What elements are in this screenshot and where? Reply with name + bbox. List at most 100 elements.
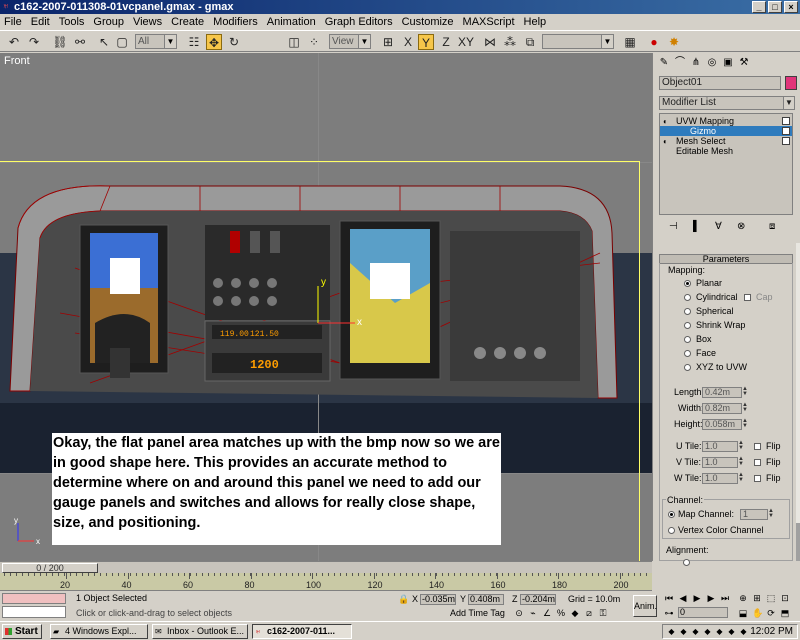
zoom-all-icon[interactable]: ⊞	[752, 593, 762, 603]
scrollbar-thumb[interactable]	[796, 523, 800, 561]
previous-frame-icon[interactable]: ◀	[678, 593, 688, 603]
u-tile-input[interactable]: 1.0	[702, 441, 738, 452]
material-editor-icon[interactable]: ●	[646, 34, 662, 50]
array-icon[interactable]: ⁂	[502, 34, 518, 50]
menu-file[interactable]: File	[4, 16, 22, 28]
tray-icon[interactable]: ◆	[715, 627, 724, 636]
show-end-result-icon[interactable]: ▌	[693, 221, 700, 232]
configure-sets-icon[interactable]: ⧈	[769, 221, 775, 232]
stack-item-mesh-select[interactable]: ◐ Mesh Select	[660, 136, 792, 146]
height-input[interactable]: 0.058m	[702, 419, 742, 430]
zoom-extents-all-icon[interactable]: ⊡	[780, 593, 790, 603]
restrict-y-icon[interactable]: Y	[418, 34, 434, 50]
menu-create[interactable]: Create	[171, 16, 204, 28]
maximize-viewport-icon[interactable]: ⬒	[780, 608, 790, 618]
pivot-center-icon[interactable]: ⊞	[380, 34, 396, 50]
time-slider-thumb[interactable]: 0 / 200	[2, 563, 98, 573]
remove-modifier-icon[interactable]: ⊗	[737, 221, 745, 232]
command-panel-scrollbar[interactable]	[796, 243, 800, 561]
map-channel-spinner[interactable]: ▲ ▼	[768, 508, 774, 520]
add-time-tag[interactable]: Add Time Tag	[450, 608, 505, 619]
stack-item-editable-mesh[interactable]: Editable Mesh	[660, 146, 792, 156]
arc-rotate-icon[interactable]: ⟳	[766, 608, 776, 618]
select-link-icon[interactable]: ⛓	[52, 34, 68, 50]
restrict-x-icon[interactable]: X	[400, 34, 416, 50]
menu-help[interactable]: Help	[524, 16, 547, 28]
mirror-icon[interactable]: ⋈	[482, 34, 498, 50]
menu-maxscript[interactable]: MAXScript	[463, 16, 515, 28]
snaps-toggle-icon[interactable]: ⌁	[528, 608, 538, 618]
menu-customize[interactable]: Customize	[402, 16, 454, 28]
current-frame-field[interactable]: 0	[678, 607, 728, 618]
menu-graph-editors[interactable]: Graph Editors	[325, 16, 393, 28]
object-color-swatch[interactable]	[785, 76, 797, 90]
go-to-end-icon[interactable]: ⏭	[720, 593, 730, 603]
go-to-start-icon[interactable]: ⏮	[664, 593, 674, 603]
move-icon[interactable]: ✥	[206, 34, 222, 50]
minimize-button[interactable]: _	[752, 1, 766, 13]
u-flip-checkbox[interactable]	[754, 443, 761, 450]
object-name-field[interactable]: Object01	[659, 76, 781, 90]
restrict-xy-icon[interactable]: XY	[458, 34, 474, 50]
next-frame-icon[interactable]: ▶	[706, 593, 716, 603]
selection-filter-dropdown[interactable]: All ▼	[135, 34, 177, 49]
tray-icon[interactable]: ◆	[667, 627, 676, 636]
v-tile-spinner[interactable]: ▲ ▼	[738, 456, 744, 468]
tray-icon[interactable]: ◆	[727, 627, 736, 636]
w-tile-input[interactable]: 1.0	[702, 473, 738, 484]
pin-stack-icon[interactable]: ⊣	[669, 221, 678, 232]
maximize-button[interactable]: □	[768, 1, 782, 13]
radio-vertex-color[interactable]	[668, 527, 675, 534]
select-object-icon[interactable]: ↖	[96, 34, 112, 50]
select-by-name-icon[interactable]: ☷	[186, 34, 202, 50]
stack-item-gizmo[interactable]: Gizmo	[660, 126, 792, 136]
v-tile-input[interactable]: 1.0	[702, 457, 738, 468]
track-bar[interactable]: 20 40 60 80 100 120 140 160 180 200	[0, 573, 652, 591]
spinner-snap-icon[interactable]: ◆	[570, 608, 580, 618]
region-zoom-icon[interactable]: ⬓	[738, 608, 748, 618]
modify-tab-icon[interactable]: ⌒	[673, 56, 687, 70]
utilities-tab-icon[interactable]: ⚒	[737, 56, 751, 70]
radio-face[interactable]	[684, 350, 691, 357]
zoom-icon[interactable]: ⊕	[738, 593, 748, 603]
rotate-icon[interactable]: ↻	[226, 34, 242, 50]
motion-tab-icon[interactable]: ◎	[705, 56, 719, 70]
hierarchy-tab-icon[interactable]: ⋔	[689, 56, 703, 70]
percent-snap-icon[interactable]: %	[556, 608, 566, 618]
stack-item-uvw-mapping[interactable]: ◐ UVW Mapping	[660, 116, 792, 126]
tray-icon[interactable]: ◆	[691, 627, 700, 636]
maxscript-listener-mini[interactable]	[2, 593, 66, 604]
window-crossing-icon[interactable]: ⧄	[584, 608, 594, 618]
close-button[interactable]: ×	[784, 1, 798, 13]
v-flip-checkbox[interactable]	[754, 459, 761, 466]
maxscript-input[interactable]	[2, 606, 66, 618]
degradation-override-icon[interactable]: ⊙	[514, 608, 524, 618]
clock[interactable]: 12:02 PM	[750, 625, 793, 638]
start-button[interactable]: Start	[2, 624, 42, 639]
animate-button[interactable]: Anim.	[633, 595, 657, 617]
restrict-z-icon[interactable]: Z	[438, 34, 454, 50]
tray-icon[interactable]: ◆	[679, 627, 688, 636]
length-input[interactable]: 0.42m	[702, 387, 742, 398]
height-spinner[interactable]: ▲ ▼	[742, 418, 748, 430]
angle-snap-icon[interactable]: ∠	[542, 608, 552, 618]
menu-tools[interactable]: Tools	[59, 16, 85, 28]
modifier-list-dropdown[interactable]: Modifier List ▼	[659, 96, 795, 110]
menu-edit[interactable]: Edit	[31, 16, 50, 28]
w-tile-spinner[interactable]: ▲ ▼	[738, 472, 744, 484]
menu-animation[interactable]: Animation	[267, 16, 316, 28]
front-viewport[interactable]: Front 119.00 121.50 1200 y x y x Okay, t…	[0, 53, 652, 561]
make-unique-icon[interactable]: ∀	[715, 221, 722, 232]
render-icon[interactable]: ✸	[666, 34, 682, 50]
task-windows-explorer[interactable]: ▰ 4 Windows Expl...	[50, 624, 148, 639]
unlink-icon[interactable]: ⚯	[72, 34, 88, 50]
radio-shrink-wrap[interactable]	[684, 322, 691, 329]
radio-cylindrical[interactable]	[684, 294, 691, 301]
region-select-icon[interactable]: ▢	[114, 34, 130, 50]
play-icon[interactable]: ▶	[692, 593, 702, 603]
stack-item-toggle[interactable]	[782, 137, 790, 145]
menu-group[interactable]: Group	[93, 16, 124, 28]
tray-icon[interactable]: ◆	[739, 627, 748, 636]
key-icon[interactable]: ⊶	[664, 608, 674, 618]
radio-align-x[interactable]	[683, 559, 690, 566]
